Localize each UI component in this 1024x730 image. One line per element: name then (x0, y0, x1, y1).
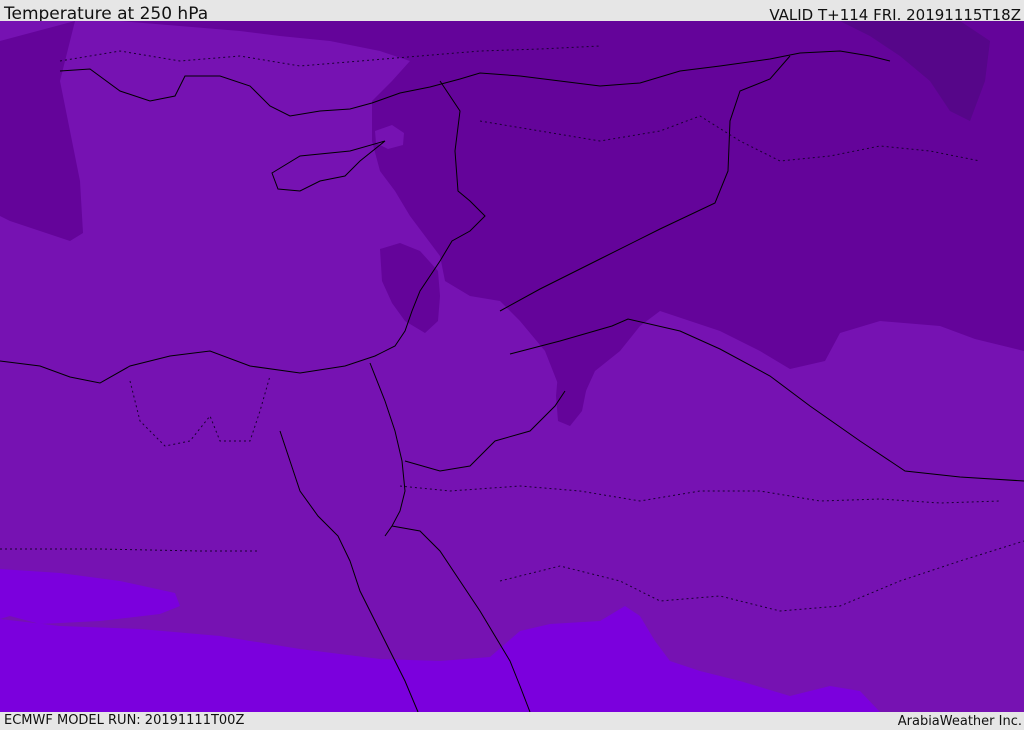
header-bar: Temperature at 250 hPa VALID T+114 FRI. … (0, 0, 1024, 24)
map-canvas (0, 21, 1024, 712)
model-run: ECMWF MODEL RUN: 20191111T00Z (4, 713, 245, 728)
credit: ArabiaWeather Inc. (897, 714, 1022, 729)
temperature-map[interactable] (0, 21, 1024, 712)
footer-bar: ECMWF MODEL RUN: 20191111T00Z ArabiaWeat… (0, 712, 1024, 729)
